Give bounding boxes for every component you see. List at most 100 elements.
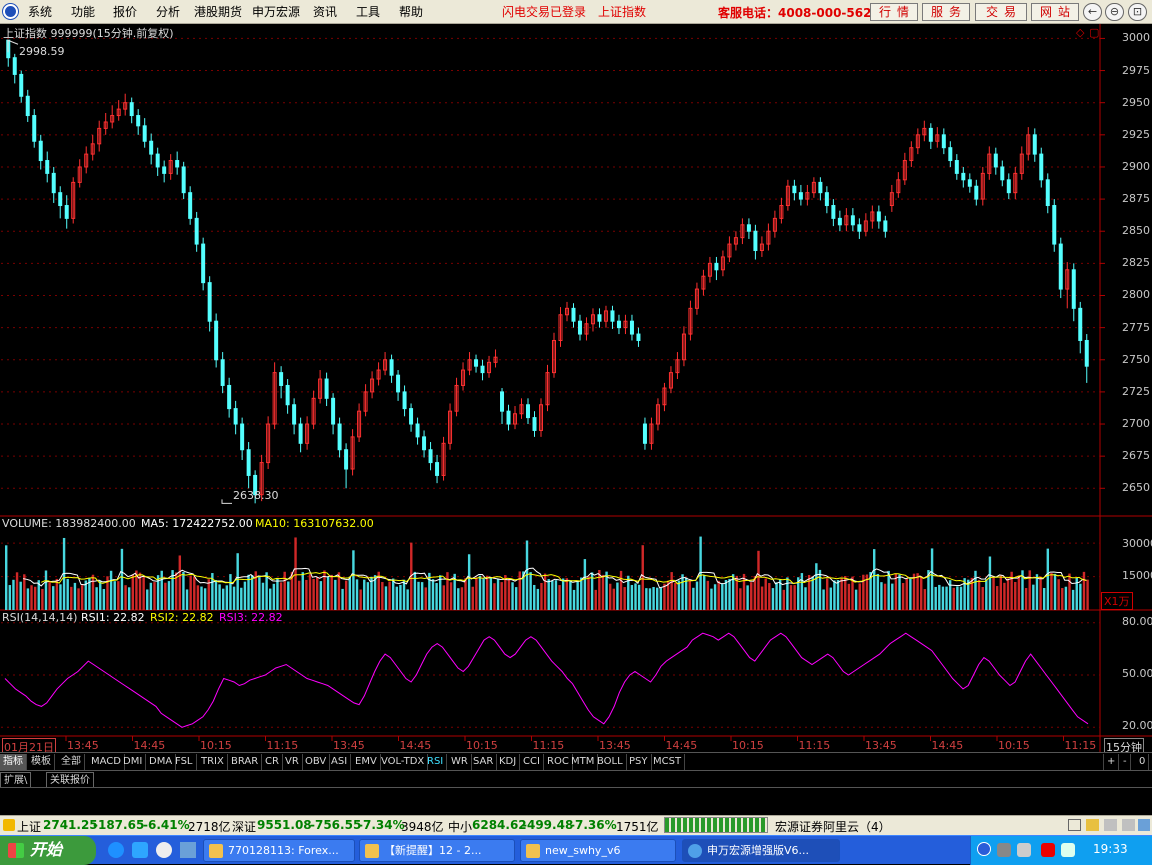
ie-icon[interactable] <box>108 842 124 858</box>
indicator-tab-psy[interactable]: PSY <box>626 754 652 770</box>
signal-icon[interactable] <box>1104 819 1117 831</box>
candle-body <box>1000 166 1005 181</box>
volume-bar <box>829 587 833 610</box>
volume-bar <box>243 581 247 610</box>
bulb-icon[interactable] <box>1086 819 1099 831</box>
menu-news[interactable]: 资讯 <box>313 3 337 20</box>
tab-extend[interactable]: 扩展\ <box>0 772 32 788</box>
tray-expand-icon[interactable] <box>977 842 991 856</box>
network-icon[interactable] <box>1138 819 1150 831</box>
tray-security-icon[interactable] <box>1061 843 1075 857</box>
volume-bar <box>319 581 323 610</box>
indicator-tab-boll[interactable]: BOLL <box>594 754 627 770</box>
start-button[interactable]: 开始 <box>0 836 96 865</box>
current-index-link[interactable]: 上证指数 <box>598 3 646 20</box>
indicator-tab-dmi[interactable]: DMI <box>120 754 147 770</box>
indicator-tab-cr[interactable]: CR <box>262 754 283 770</box>
folder-icon <box>526 844 540 858</box>
indicator-tab-模板[interactable]: 模板 <box>28 754 55 770</box>
menu-quote[interactable]: 报价 <box>113 3 137 20</box>
login-status[interactable]: 闪电交易已登录 <box>502 3 586 20</box>
volume-bar <box>59 584 62 610</box>
indicator-tab-全部[interactable]: 全部 <box>58 754 85 770</box>
low-price-label: 2638.30 <box>233 489 279 502</box>
indicator-tab-vr[interactable]: VR <box>282 754 303 770</box>
indicator-tab-vol-tdx[interactable]: VOL-TDX <box>378 754 429 770</box>
menu-function[interactable]: 功能 <box>71 3 95 20</box>
trade-button[interactable]: 交易 <box>975 3 1027 21</box>
candle-body <box>837 217 842 226</box>
volume-unit-label[interactable]: X1万 <box>1101 592 1133 610</box>
indicator-tab-fsl[interactable]: FSL <box>172 754 197 770</box>
volume-bar <box>460 587 464 610</box>
indicator-tab-asi[interactable]: ASI <box>328 754 352 770</box>
volume-bar <box>724 579 728 610</box>
candle-body <box>1084 339 1089 367</box>
time-xtick: 11:15 <box>1064 739 1097 752</box>
tab-related-quote[interactable]: 关联报价 <box>46 772 94 788</box>
price-ytick: 3000 <box>1122 31 1150 45</box>
reset-button[interactable]: 0 <box>1136 754 1150 770</box>
status-icon[interactable] <box>3 819 15 831</box>
indicator-tab-obv[interactable]: OBV <box>302 754 331 770</box>
volume-bar <box>844 576 847 610</box>
indicator-tab-kdj[interactable]: KDJ <box>496 754 521 770</box>
restore-icon[interactable]: ⊡ <box>1128 3 1147 21</box>
website-button[interactable]: 网站 <box>1031 3 1079 21</box>
panel-icon[interactable] <box>1068 819 1081 831</box>
volume-bar <box>757 550 760 610</box>
menu-help[interactable]: 帮助 <box>399 3 423 20</box>
indicator-tab-cci[interactable]: CCI <box>520 754 544 770</box>
menu-hk-futures[interactable]: 港股期货 <box>194 3 242 20</box>
indicator-tab-wr[interactable]: WR <box>448 754 472 770</box>
volume-bar <box>793 585 796 610</box>
indicator-tab-emv[interactable]: EMV <box>352 754 381 770</box>
indicator-tab-mcst[interactable]: MCST <box>650 754 686 770</box>
task-folder[interactable]: new_swhy_v6 <box>520 839 676 862</box>
volume-bar <box>41 588 44 610</box>
kline-chart-svg[interactable] <box>0 24 1152 752</box>
zoom-out-button[interactable]: - <box>1120 754 1131 770</box>
menu-swhy[interactable]: 申万宏源 <box>252 3 300 20</box>
candle-body <box>279 372 284 386</box>
volume-bar <box>999 575 1002 610</box>
tray-shield-icon[interactable] <box>1041 843 1055 857</box>
candle-body <box>331 397 336 425</box>
diamond-icon[interactable]: ◇ <box>1076 26 1084 39</box>
quick-launch-icon[interactable] <box>132 842 148 858</box>
zoom-in-button[interactable]: + <box>1103 754 1120 770</box>
volume-bar <box>981 587 984 610</box>
volume-bar <box>5 545 8 610</box>
market-button[interactable]: 行情 <box>870 3 918 21</box>
menu-system[interactable]: 系统 <box>28 3 52 20</box>
task-reminder[interactable]: 【新提醒】12 - 2... <box>359 839 515 862</box>
candle-body <box>610 310 615 322</box>
tray-speaker-icon[interactable] <box>1017 843 1031 857</box>
volume-bar <box>504 575 507 610</box>
indicator-tab-sar[interactable]: SAR <box>470 754 498 770</box>
candle-body <box>415 423 420 438</box>
task-forex[interactable]: 770128113: Forex... <box>203 839 355 862</box>
candle-body <box>577 320 582 335</box>
indicator-tab-rsi[interactable]: RSI <box>424 754 448 770</box>
indicator-tab-trix[interactable]: TRIX <box>198 754 228 770</box>
menu-tools[interactable]: 工具 <box>356 3 380 20</box>
service-button[interactable]: 服务 <box>922 3 970 21</box>
indicator-tab-指标[interactable]: 指标 <box>0 754 27 770</box>
window-toggle-icon[interactable]: ▢ <box>1089 26 1099 39</box>
volume-bar <box>739 588 742 610</box>
task-swhy[interactable]: 申万宏源增强版V6... <box>682 839 840 862</box>
minimize-icon[interactable]: ⊖ <box>1105 3 1124 21</box>
chart-area[interactable]: 上证指数 999999(15分钟.前复权) 2998.59 2638.30 ◇ … <box>0 24 1152 756</box>
server-name[interactable]: 宏源证券阿里云（4） <box>775 818 891 835</box>
back-icon[interactable]: ← <box>1083 3 1102 21</box>
menu-analysis[interactable]: 分析 <box>156 3 180 20</box>
tray-monitor-icon[interactable] <box>997 843 1011 857</box>
desktop-icon[interactable] <box>180 842 196 858</box>
chrome-icon[interactable] <box>156 842 172 858</box>
lock-icon[interactable] <box>1122 819 1135 831</box>
volume-bar <box>388 581 391 610</box>
volume-bar <box>395 586 399 610</box>
volume-bar <box>825 578 829 610</box>
indicator-tab-brar[interactable]: BRAR <box>228 754 263 770</box>
